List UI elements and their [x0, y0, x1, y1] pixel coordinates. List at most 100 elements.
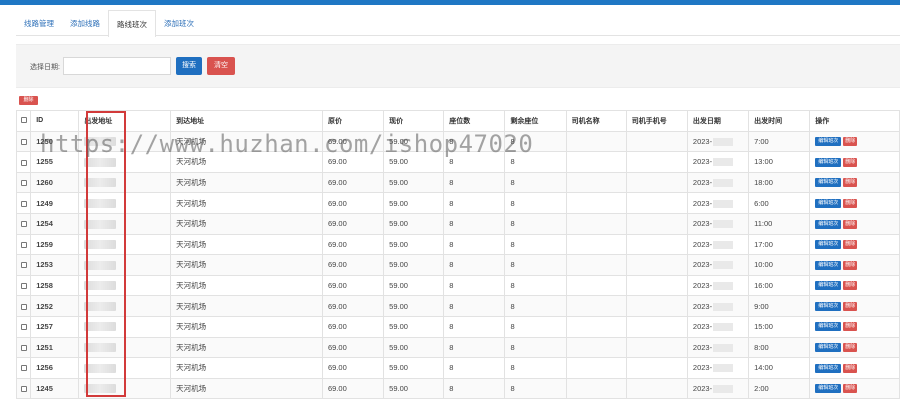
row-arrival-address: 天河机场: [170, 192, 323, 214]
row-departure-time: 15:00: [748, 315, 811, 338]
row-id: 1251: [30, 336, 80, 359]
row-remaining-seats: 8: [504, 274, 567, 297]
edit-schedule-button[interactable]: 编辑班次: [815, 137, 842, 147]
row-seats: 8: [443, 151, 506, 173]
row-checkbox[interactable]: [20, 344, 27, 351]
edit-schedule-button[interactable]: 编辑班次: [815, 260, 842, 270]
edit-schedule-button[interactable]: 编辑班次: [815, 157, 842, 167]
header-original-price: 原价: [321, 110, 385, 132]
delete-row-button[interactable]: 删除: [843, 198, 858, 208]
header-departure-date: 出发日期: [686, 110, 750, 132]
row-select-cell: [15, 171, 32, 194]
row-driver-name: [565, 254, 627, 276]
table-row: 1255 天河机场 69.00 59.00 8 8 2023- 13:00 编辑班次 删除: [15, 151, 900, 173]
row-checkbox[interactable]: [20, 241, 27, 248]
clear-button[interactable]: 清空: [207, 57, 235, 75]
row-date-text: 2023-: [692, 219, 713, 229]
row-departure-address: [78, 254, 172, 276]
delete-row-button[interactable]: 删除: [843, 240, 858, 250]
row-checkbox[interactable]: [20, 138, 27, 145]
row-original-price: 69.00: [321, 192, 385, 214]
redacted-date: [713, 323, 734, 332]
row-id: 1257: [30, 315, 80, 338]
search-button[interactable]: 搜索: [176, 57, 202, 75]
row-original-price: 69.00: [321, 315, 385, 338]
row-arrival-address: 天河机场: [170, 212, 323, 235]
delete-row-button[interactable]: 删除: [843, 384, 858, 394]
row-current-price: 59.00: [383, 171, 445, 194]
row-current-price: 59.00: [383, 295, 445, 317]
header-remaining-seats: 剩余座位: [504, 110, 567, 132]
redacted-address: [84, 322, 117, 332]
edit-schedule-button[interactable]: 编辑班次: [815, 178, 842, 188]
edit-schedule-button[interactable]: 编辑班次: [815, 219, 842, 229]
redacted-address: [84, 260, 117, 270]
header-arrival-address: 到达地址: [170, 110, 323, 132]
edit-schedule-button[interactable]: 编辑班次: [815, 384, 842, 394]
delete-row-button[interactable]: 删除: [843, 281, 858, 291]
filter-panel: 选择日期: 搜索 清空: [16, 44, 900, 88]
edit-schedule-button[interactable]: 编辑班次: [815, 343, 842, 353]
row-departure-time: 7:00: [748, 130, 811, 153]
redacted-address: [84, 281, 117, 291]
row-arrival-address: 天河机场: [170, 233, 323, 256]
delete-row-button[interactable]: 删除: [843, 322, 858, 332]
edit-schedule-button[interactable]: 编辑班次: [815, 322, 842, 332]
row-seats: 8: [443, 233, 506, 256]
table-row: 1245 天河机场 69.00 59.00 8 8 2023- 2:00 编辑班次 删除: [15, 377, 900, 400]
row-current-price: 59.00: [383, 357, 445, 379]
row-remaining-seats: 8: [504, 212, 567, 235]
row-current-price: 59.00: [383, 192, 445, 214]
row-checkbox[interactable]: [20, 283, 27, 290]
row-id: 1250: [30, 130, 80, 153]
row-current-price: 59.00: [383, 315, 445, 338]
tab-route-schedules[interactable]: 路线班次: [108, 10, 156, 37]
row-id: 1260: [30, 171, 80, 194]
date-input[interactable]: [63, 57, 171, 75]
delete-row-button[interactable]: 删除: [843, 343, 858, 353]
tab-add-schedule[interactable]: 添加班次: [156, 10, 202, 36]
select-all-checkbox[interactable]: [20, 117, 27, 124]
row-current-price: 59.00: [383, 254, 445, 276]
row-arrival-address: 天河机场: [170, 151, 323, 173]
row-checkbox[interactable]: [20, 200, 27, 207]
row-driver-name: [565, 233, 627, 256]
row-driver-phone: [625, 233, 688, 256]
row-departure-date: 2023-: [686, 151, 750, 173]
edit-schedule-button[interactable]: 编辑班次: [815, 301, 842, 311]
delete-row-button[interactable]: 删除: [843, 301, 858, 311]
row-departure-date: 2023-: [686, 171, 750, 194]
delete-row-button[interactable]: 删除: [843, 157, 858, 167]
edit-schedule-button[interactable]: 编辑班次: [815, 281, 842, 291]
tab-route-management[interactable]: 线路管理: [16, 10, 62, 36]
tab-add-route[interactable]: 添加线路: [62, 10, 108, 36]
redacted-address: [84, 219, 117, 229]
row-remaining-seats: 8: [504, 377, 567, 400]
row-checkbox[interactable]: [20, 262, 27, 269]
row-checkbox[interactable]: [20, 386, 27, 393]
row-arrival-address: 天河机场: [170, 295, 323, 317]
row-checkbox[interactable]: [20, 159, 27, 166]
row-checkbox[interactable]: [20, 303, 27, 310]
row-checkbox[interactable]: [20, 324, 27, 331]
delete-row-button[interactable]: 删除: [843, 363, 858, 373]
edit-schedule-button[interactable]: 编辑班次: [815, 198, 842, 208]
row-departure-date: 2023-: [686, 192, 750, 214]
edit-schedule-button[interactable]: 编辑班次: [815, 240, 842, 250]
delete-row-button[interactable]: 删除: [843, 260, 858, 270]
delete-row-button[interactable]: 删除: [843, 178, 858, 188]
row-date-text: 2023-: [692, 301, 713, 311]
row-departure-date: 2023-: [686, 357, 750, 379]
row-id: 1249: [30, 192, 80, 214]
delete-row-button[interactable]: 删除: [843, 219, 858, 229]
bulk-delete-button[interactable]: 删除: [19, 96, 38, 105]
row-departure-time: 9:00: [748, 295, 811, 317]
edit-schedule-button[interactable]: 编辑班次: [815, 363, 842, 373]
row-select-cell: [15, 233, 32, 256]
redacted-address: [84, 384, 117, 394]
delete-row-button[interactable]: 删除: [843, 137, 858, 147]
row-checkbox[interactable]: [20, 365, 27, 372]
row-checkbox[interactable]: [20, 180, 27, 187]
row-departure-time: 18:00: [748, 171, 811, 194]
row-checkbox[interactable]: [20, 221, 27, 228]
